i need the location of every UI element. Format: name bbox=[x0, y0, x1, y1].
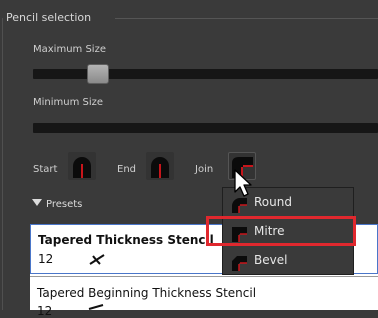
presets-label: Presets bbox=[46, 199, 83, 210]
end-label: End bbox=[117, 164, 137, 175]
group-divider bbox=[115, 18, 378, 19]
collapse-arrow-icon bbox=[32, 199, 42, 206]
menu-item-label: Round bbox=[254, 195, 292, 209]
end-tip-button[interactable] bbox=[146, 152, 174, 180]
max-size-slider[interactable] bbox=[33, 69, 378, 79]
presets-toggle[interactable]: Presets bbox=[32, 199, 82, 210]
round-tip-icon bbox=[73, 157, 91, 178]
mouse-cursor-icon bbox=[234, 169, 252, 197]
join-label: Join bbox=[195, 164, 214, 175]
round-join-icon bbox=[232, 198, 247, 213]
preset-name: Tapered Beginning Thickness Stencil bbox=[37, 286, 257, 300]
max-size-label: Maximum Size bbox=[33, 44, 106, 55]
preset-value: 12 bbox=[37, 304, 53, 318]
start-label: Start bbox=[33, 164, 58, 175]
round-tip-icon bbox=[151, 157, 169, 178]
pencil-stroke-icon bbox=[88, 304, 104, 310]
preset-name: Tapered Thickness Stencil bbox=[38, 233, 214, 247]
menu-item-label: Bevel bbox=[254, 253, 288, 267]
menu-item-bevel[interactable]: Bevel bbox=[223, 248, 353, 274]
max-size-handle[interactable] bbox=[87, 64, 109, 84]
highlight-annotation bbox=[206, 216, 356, 246]
min-size-slider[interactable] bbox=[33, 123, 378, 133]
group-border bbox=[2, 18, 3, 310]
group-title: Pencil selection bbox=[6, 11, 92, 24]
preset-value: 12 bbox=[38, 252, 54, 266]
start-tip-button[interactable] bbox=[68, 152, 96, 180]
pencil-stroke-icon bbox=[89, 254, 105, 265]
bevel-join-icon bbox=[232, 256, 247, 271]
min-size-label: Minimum Size bbox=[33, 97, 104, 108]
preset-item[interactable]: Tapered Beginning Thickness Stencil 12 bbox=[30, 277, 378, 318]
